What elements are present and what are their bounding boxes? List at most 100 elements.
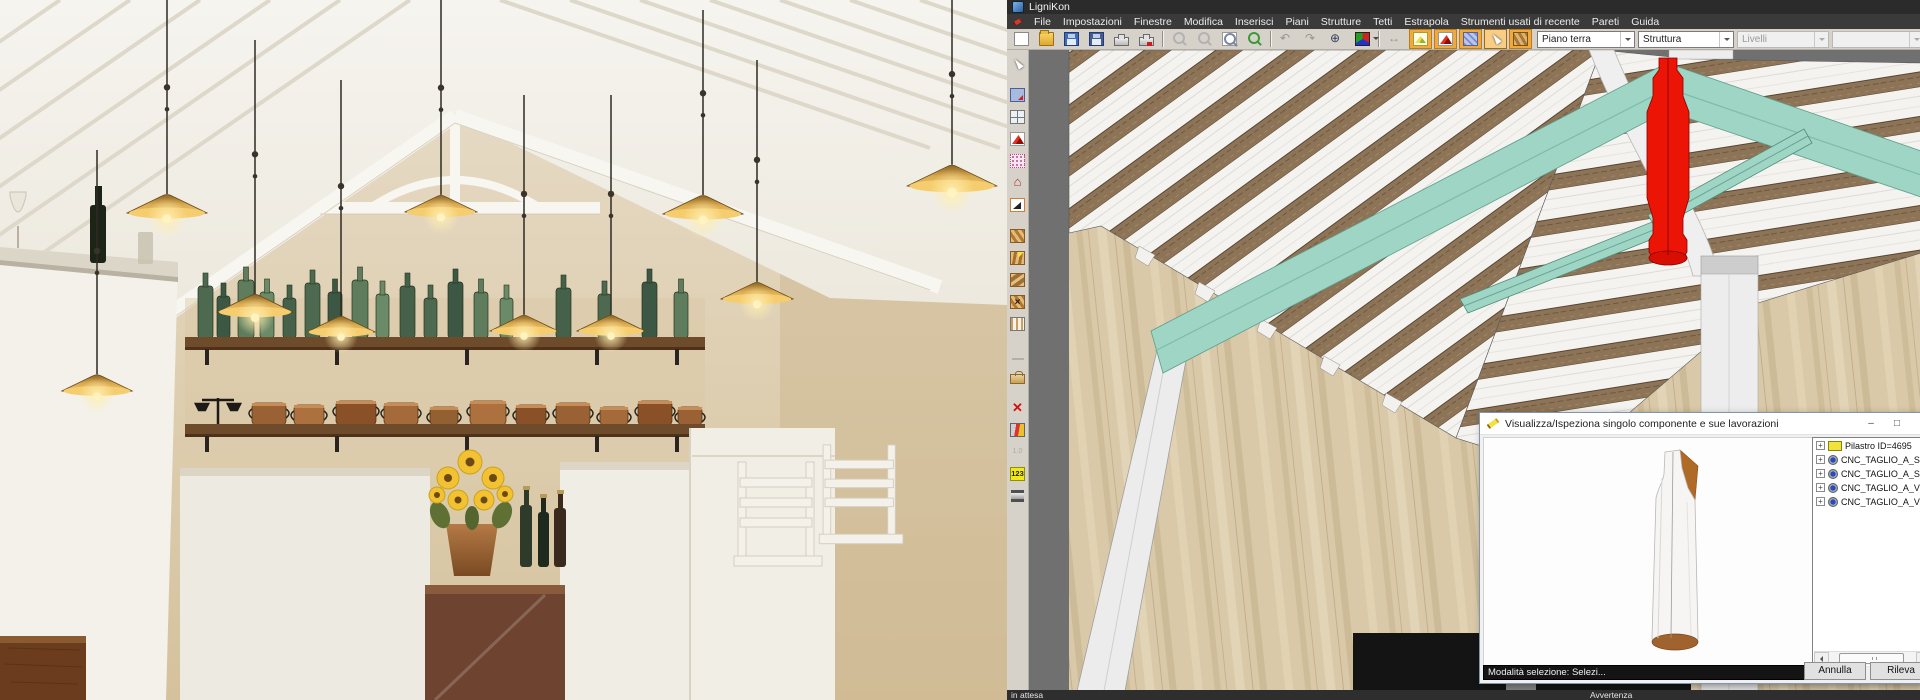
menu-inserisci[interactable]: Inserisci [1229, 16, 1280, 28]
zoom-page-button[interactable] [1218, 29, 1241, 49]
menu-strutture[interactable]: Strutture [1315, 16, 1367, 28]
status-left: in attesa [1011, 690, 1043, 700]
print-button[interactable] [1110, 29, 1133, 49]
chevron-down-icon[interactable] [1620, 32, 1634, 47]
menu-finestre[interactable]: Finestre [1128, 16, 1178, 28]
menu-pareti[interactable]: Pareti [1586, 16, 1625, 28]
machining-tools-button[interactable] [1007, 420, 1028, 440]
view-cube-button[interactable] [1351, 29, 1374, 49]
ceiling-button[interactable] [1007, 151, 1028, 171]
expand-icon[interactable]: + [1816, 483, 1825, 492]
menu-modifica[interactable]: Modifica [1178, 16, 1229, 28]
building-button[interactable]: ⌂ [1007, 173, 1028, 193]
structure-select-combobox[interactable]: Struttura [1638, 31, 1734, 48]
dialog-title-bar[interactable]: Visualizza/Ispeziona singolo componente … [1480, 413, 1920, 435]
wall-button[interactable] [1007, 85, 1028, 105]
undo-button[interactable]: ↶ [1276, 29, 1299, 49]
zoom-in-button[interactable] [1168, 29, 1191, 49]
tree-item-3[interactable]: +CNC_TAGLIO_A_V ID=61 [1813, 480, 1920, 494]
close-button[interactable]: × [1910, 413, 1920, 434]
chevron-down-icon[interactable] [1814, 32, 1828, 47]
menu-strumenti-usati-di-recente[interactable]: Strumenti usati di recente [1455, 16, 1586, 28]
roof-frame-button[interactable] [1007, 195, 1028, 215]
steel-beam-button[interactable] [1007, 486, 1028, 506]
beam-structure-button[interactable] [1509, 29, 1532, 49]
open-file-button[interactable] [1035, 29, 1058, 49]
save-as-button[interactable] [1085, 29, 1108, 49]
print-model-button[interactable] [1135, 29, 1158, 49]
expand-icon[interactable]: + [1816, 469, 1825, 478]
tree-item-0[interactable]: +Pilastro ID=4695 [1813, 438, 1920, 452]
tree-item-label: CNC_TAGLIO_A_V ID=61 [1841, 497, 1920, 507]
pointer-icon [1010, 57, 1025, 71]
toolbox-icon [1010, 374, 1025, 384]
wood3-icon [1010, 273, 1025, 287]
component-preview-3d[interactable] [1483, 437, 1813, 667]
menu-impostazioni[interactable]: Impostazioni [1057, 16, 1128, 28]
studs-icon [1010, 317, 1025, 331]
roof-button[interactable] [1007, 129, 1028, 149]
menu-file[interactable]: File [1028, 16, 1057, 28]
dim-icon: 1.0 [1010, 445, 1025, 459]
viewport-3d[interactable]: Visualizza/Ispeziona singolo componente … [1029, 50, 1920, 690]
dimension-button[interactable]: 1.0 [1007, 442, 1028, 462]
tree-item-1[interactable]: +CNC_TAGLIO_A_SEGA_ [1813, 452, 1920, 466]
zoom-out-button[interactable] [1193, 29, 1216, 49]
roof-surfaces-button[interactable] [1409, 29, 1432, 49]
expand-icon[interactable]: + [1816, 441, 1825, 450]
floor-select-combobox[interactable]: Piano terra [1537, 31, 1635, 48]
floppy-icon [1064, 32, 1079, 46]
window-title: LigniKon [1029, 0, 1070, 14]
roof-planes-button[interactable] [1434, 29, 1457, 49]
new-file-button[interactable] [1010, 29, 1033, 49]
wall-hatch-button[interactable] [1459, 29, 1482, 49]
aux-line-button[interactable] [1007, 345, 1028, 365]
center-view-button[interactable]: ⊕ [1326, 29, 1349, 49]
window-icon [1010, 110, 1025, 124]
window-button[interactable] [1007, 107, 1028, 127]
chisel-icon [1487, 418, 1500, 429]
menu-estrapola[interactable]: Estrapola [1398, 16, 1454, 28]
zoom-selection-button[interactable] [1243, 29, 1266, 49]
toolbox-button[interactable] [1007, 367, 1028, 387]
tree-item-2[interactable]: +CNC_TAGLIO_A_SEGA_ [1813, 466, 1920, 480]
detect-button[interactable]: Rileva [1870, 662, 1920, 680]
maximize-button[interactable]: □ [1884, 413, 1910, 434]
lignikon-window: LigniKon FileImpostazioniFinestreModific… [1007, 0, 1920, 700]
save-button[interactable] [1060, 29, 1083, 49]
menu-tetti[interactable]: Tetti [1367, 16, 1398, 28]
toolbar-separator [1270, 31, 1272, 47]
tree-item-4[interactable]: + CNC_TAGLIO_A_V ID=61 [1813, 494, 1920, 508]
dropdown-caret-icon[interactable] [1373, 37, 1379, 43]
delete-button[interactable]: ✕ [1007, 398, 1028, 418]
menu-piani[interactable]: Piani [1279, 16, 1314, 28]
select-tool-button[interactable] [1484, 29, 1507, 49]
roofr-icon [1438, 32, 1453, 46]
chevron-down-icon[interactable] [1909, 32, 1920, 47]
beam-edit-button[interactable] [1007, 248, 1028, 268]
beam-delete-button[interactable]: × [1007, 292, 1028, 312]
redo-button[interactable]: ↷ [1301, 29, 1324, 49]
op-icon [1828, 455, 1838, 465]
extra-select-combobox[interactable] [1832, 31, 1920, 48]
studs-button[interactable] [1007, 314, 1028, 334]
machining-tree[interactable]: +Pilastro ID=4695+CNC_TAGLIO_A_SEGA_+CNC… [1812, 437, 1920, 667]
minimize-button[interactable]: – [1858, 413, 1884, 434]
measure-button[interactable]: ↔ [1384, 29, 1407, 49]
main-toolbar: ↶↷⊕ ↔ Piano terra StrutturaLivelli [1007, 29, 1920, 50]
beam-a-button[interactable] [1007, 226, 1028, 246]
op-icon [1828, 483, 1838, 493]
expand-icon[interactable]: + [1816, 497, 1825, 506]
menu-guida[interactable]: Guida [1625, 16, 1665, 28]
beam-b-button[interactable] [1007, 270, 1028, 290]
floor-select-value: Piano terra [1538, 34, 1620, 45]
dashl-icon [1012, 358, 1024, 360]
select-button[interactable] [1007, 54, 1028, 74]
cancel-button[interactable]: Annulla [1804, 662, 1866, 680]
zoompage-icon [1222, 32, 1237, 46]
chevron-down-icon[interactable] [1719, 32, 1733, 47]
numbering-button[interactable]: 123 [1007, 464, 1028, 484]
expand-icon[interactable]: + [1816, 455, 1825, 464]
title-bar[interactable]: LigniKon [1007, 0, 1920, 14]
levels-select-combobox[interactable]: Livelli [1737, 31, 1829, 48]
